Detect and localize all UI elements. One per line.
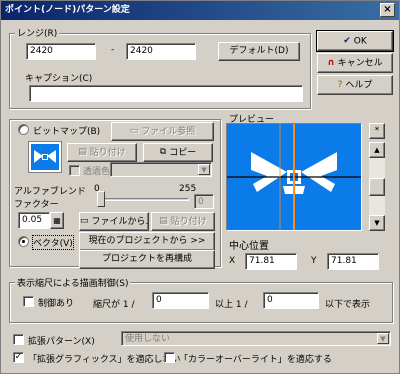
- vector-paste-label: 貼り付け: [170, 217, 207, 227]
- cancel-label: キャンセル: [337, 58, 383, 69]
- alpha-label-line1: アルファブレンド: [14, 187, 86, 197]
- copy-label: コピー: [169, 148, 197, 158]
- transparent-checkbox[interactable]: [69, 165, 80, 176]
- chevron-up-icon: ▲: [374, 146, 380, 154]
- range-group-label: レンジ(R): [15, 26, 60, 39]
- extended-pattern-checkbox[interactable]: [13, 334, 24, 345]
- bitmap-radio-label: ビットマップ(B): [33, 127, 101, 137]
- clipboard-icon: ▤: [159, 216, 168, 226]
- scroll-up-button[interactable]: ▲: [369, 142, 385, 158]
- vector-radio[interactable]: [18, 236, 29, 247]
- chevron-down-icon: ▼: [374, 219, 380, 227]
- alpha-label-line2: ファクター: [14, 200, 59, 210]
- preview-canvas: [227, 124, 361, 230]
- scale-max-input[interactable]: 0: [263, 292, 319, 309]
- center-x-label: X: [229, 256, 236, 266]
- copy-icon: ⧉: [159, 147, 167, 157]
- vector-scale-input[interactable]: 0.05: [18, 212, 50, 229]
- cancel-button[interactable]: ∩ キャンセル: [317, 53, 393, 73]
- clipboard-icon: ▤: [78, 147, 87, 157]
- copy-button[interactable]: ⧉ コピー: [143, 143, 213, 162]
- window-title: ポイント(ノード)パターン設定: [5, 5, 130, 15]
- from-project-button[interactable]: 現在のプロジェクトから >>: [79, 232, 215, 251]
- range-separator: -: [111, 45, 115, 55]
- preview-frame: [226, 123, 362, 231]
- caption-input[interactable]: [29, 85, 303, 102]
- alpha-max-label: 255: [179, 184, 197, 194]
- limit-checkbox[interactable]: [23, 296, 34, 307]
- bitmap-paste-label: 貼り付け: [89, 148, 126, 158]
- center-y-input[interactable]: 71.81: [327, 253, 379, 270]
- scale-picker-button[interactable]: ▦: [50, 212, 64, 229]
- transparent-label: 透過色: [83, 167, 111, 177]
- from-file-button[interactable]: ▭ ファイルから...: [79, 212, 149, 231]
- color-override-label: 「カラーオーバーライト」を適応する: [179, 355, 332, 365]
- vector-paste-button[interactable]: ▤ 貼り付け: [151, 212, 215, 231]
- file-ref-button[interactable]: ▭ ファイル参照: [111, 122, 214, 141]
- reconfigure-project-button[interactable]: プロジェクトを再構成: [79, 250, 215, 269]
- pattern-thumbnail-icon: [34, 150, 56, 163]
- grid-icon: ▦: [53, 216, 61, 225]
- limit-checkbox-label: 制御あり: [38, 299, 75, 309]
- bitmap-radio[interactable]: [18, 124, 29, 135]
- center-y-label: Y: [311, 256, 317, 266]
- help-button[interactable]: ? ヘルプ: [317, 75, 393, 95]
- caption-label: キャプション(C): [25, 74, 93, 84]
- help-label: ヘルプ: [345, 80, 373, 91]
- bitmap-thumbnail: [29, 142, 61, 172]
- scroll-thumb[interactable]: [369, 178, 385, 196]
- alpha-slider-thumb[interactable]: [97, 191, 105, 207]
- scale-above-label: 以上 1 /: [215, 300, 248, 310]
- folder-icon: ▭: [129, 126, 139, 136]
- center-x-input[interactable]: 71.81: [245, 253, 297, 270]
- no-graphics-checkbox[interactable]: ✓: [13, 352, 24, 363]
- pattern-settings-dialog: ポイント(ノード)パターン設定 × レンジ(R) 2420 - 2420 デフォ…: [0, 0, 400, 374]
- alpha-value-field[interactable]: 0: [194, 194, 214, 209]
- extended-pattern-label: 拡張パターン(X): [28, 337, 95, 347]
- checkmark-icon: ✔: [343, 36, 351, 46]
- scale-min-input[interactable]: 0: [152, 292, 209, 309]
- extended-pattern-select[interactable]: 使用しない ▼: [121, 331, 391, 346]
- close-button[interactable]: ×: [380, 3, 395, 17]
- no-graphics-label: 「拡張グラフィックス」を適応しない: [28, 355, 181, 365]
- preview-scrollbar[interactable]: ▲ ▼: [369, 142, 385, 231]
- bitmap-paste-button[interactable]: ▤ 貼り付け: [67, 143, 137, 162]
- default-button[interactable]: デフォルト(D): [218, 42, 300, 61]
- scale-below-label: 以下で表示: [325, 300, 371, 310]
- scale-control-label: 表示縮尺による描画制御(S): [15, 276, 131, 289]
- vector-radio-label: ベクタ(V): [32, 235, 74, 250]
- transparent-color-select[interactable]: ▼: [110, 162, 212, 177]
- check-icon: ✓: [14, 352, 23, 362]
- preview-star-button[interactable]: *: [369, 123, 385, 139]
- cancel-icon: ∩: [327, 58, 335, 68]
- folder-open-icon: ▭: [80, 216, 89, 226]
- help-icon: ?: [337, 80, 343, 90]
- extended-pattern-select-value: 使用しない: [125, 334, 171, 344]
- range-from-input[interactable]: 2420: [26, 43, 96, 60]
- ok-label: OK: [353, 36, 367, 47]
- range-to-input[interactable]: 2420: [126, 43, 196, 60]
- color-override-checkbox[interactable]: [164, 352, 175, 363]
- alpha-slider-track[interactable]: [99, 198, 189, 201]
- from-file-label: ファイルから...: [91, 217, 149, 227]
- chevron-down-icon: ▼: [377, 333, 389, 344]
- chevron-down-icon: ▼: [198, 164, 210, 175]
- center-position-label: 中心位置: [229, 241, 269, 252]
- ok-button[interactable]: ✔ OK: [316, 30, 394, 52]
- close-icon: ×: [383, 4, 392, 15]
- file-ref-label: ファイル参照: [141, 127, 196, 137]
- scale-prefix-label: 縮尺が 1 /: [93, 300, 135, 310]
- title-bar: ポイント(ノード)パターン設定 ×: [1, 1, 399, 20]
- scroll-down-button[interactable]: ▼: [369, 215, 385, 231]
